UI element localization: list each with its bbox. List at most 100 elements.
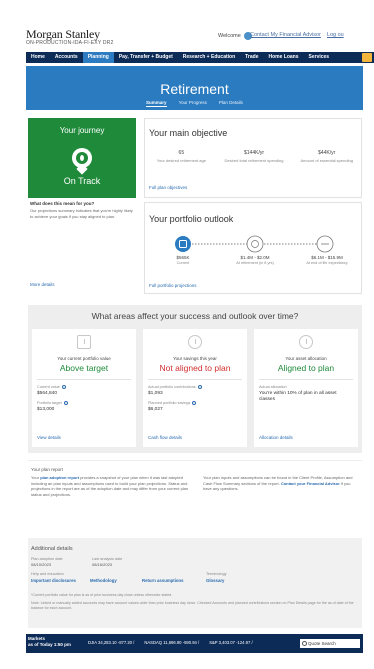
objective-label: Desired total retirement spending: [224, 158, 284, 163]
outlook-point: $565K Current: [153, 255, 213, 265]
main-nav: Home Accounts Planning Pay, Transfer + B…: [26, 52, 374, 63]
contact-advisor-link[interactable]: Contact My Financial Advisor: [250, 32, 321, 38]
terminology-label: Terminology: [206, 572, 227, 576]
journey-title: Your journey: [59, 126, 105, 135]
report-title: Your plan report: [31, 467, 63, 472]
info-icon[interactable]: [63, 401, 68, 405]
contact-advisor-link[interactable]: Contact your Financial Advisor: [281, 481, 340, 486]
cash-flow-details-link[interactable]: Cash flow details: [148, 435, 182, 440]
allocation-details-link[interactable]: Allocation details: [259, 435, 293, 440]
info-icon[interactable]: [197, 385, 202, 389]
plan-adoption-label: Plan adoption date: [31, 557, 63, 561]
field-label: Portfolio target: [37, 401, 68, 405]
outlook-label: Current: [176, 261, 190, 265]
tab-plan-details[interactable]: Plan Details: [219, 100, 243, 107]
calendar-icon: [77, 335, 91, 349]
nav-item-planning[interactable]: Planning: [82, 52, 114, 63]
plan-adoption-report-link[interactable]: plan adoption report: [40, 475, 79, 480]
card-title: Your asset allocation: [285, 356, 327, 361]
footnote: Note: Linked or manually added accounts …: [31, 601, 354, 610]
market-ticker: Markets as of Today 1:50 pm DJIA 34,283.…: [26, 634, 363, 653]
nav-item-home-loans[interactable]: Home Loans: [264, 52, 304, 63]
field-value: You're within 10% of plan in all asset c…: [259, 391, 337, 402]
last-analysis-label: Last analysis date: [92, 557, 123, 561]
logout-link[interactable]: Log ou: [327, 32, 344, 38]
journey-question: What does this mean for you?: [30, 201, 95, 206]
field-value: $564,840: [37, 391, 58, 396]
card-title: Your savings this year: [173, 356, 217, 361]
view-details-link[interactable]: View details: [37, 435, 61, 440]
outlook-title: Your portfolio outlook: [149, 214, 234, 224]
ticker-items: DJIA 34,283.10 -877.20 / NASDAQ 11,696.9…: [88, 640, 253, 645]
glossary-link[interactable]: Glossary: [206, 578, 224, 583]
plan-report-section: Your plan report Your plan adoption repo…: [28, 460, 362, 533]
methodology-link[interactable]: Methodology: [90, 578, 117, 583]
nav-item-research[interactable]: Research + Education: [178, 52, 240, 63]
portfolio-projections-link[interactable]: Full portfolio projections: [149, 283, 197, 288]
retirement-marker-icon: [246, 235, 264, 253]
areas-heading: What areas affect your success and outlo…: [91, 311, 299, 321]
objective-title: Your main objective: [149, 128, 228, 138]
ticker-nasdaq[interactable]: NASDAQ 11,696.90 -590.94 /: [144, 640, 199, 645]
report-left-text: Your plan adoption report provides a sna…: [31, 475, 195, 497]
welcome-text: Welcome: [218, 33, 241, 39]
report-text: Your: [31, 475, 41, 480]
tab-your-progress[interactable]: Your Progress: [179, 100, 207, 107]
retirement-banner: Retirement Summary Your Progress Plan De…: [26, 66, 363, 110]
report-right-text: Your plan inputs and assumptions can be …: [203, 475, 359, 492]
notification-icon[interactable]: [362, 53, 372, 62]
objective-label: Your desired retirement age: [156, 158, 206, 163]
portfolio-outlook-card: Your portfolio outlook $565K Current $1.…: [144, 202, 362, 294]
more-details-link[interactable]: More details: [30, 282, 55, 287]
outlook-label: At end of life expectancy: [306, 261, 348, 265]
field-label: Current value: [37, 385, 66, 389]
field-label-text: Planned portfolio savings: [148, 401, 191, 405]
header-links: Contact My Financial Advisor Log ou: [250, 32, 344, 38]
nav-item-accounts[interactable]: Accounts: [50, 52, 83, 63]
plan-adoption-date: 08/10/2023: [31, 562, 52, 567]
objective-label: Amount of essential spending: [300, 158, 353, 163]
nav-item-home[interactable]: Home: [26, 52, 50, 63]
location-pin-icon: [72, 148, 92, 168]
ticker-label: Markets as of Today 1:50 pm: [28, 636, 71, 647]
environment-label: ON-PRODUCTION-IDA-FI-EXY DR2: [26, 40, 114, 46]
tab-summary[interactable]: Summary: [146, 100, 167, 107]
outlook-point: $6.1M - $15.9M At end of life expectancy: [297, 255, 357, 265]
divider: [259, 379, 353, 380]
nav-item-services[interactable]: Services: [304, 52, 335, 63]
nav-item-trade[interactable]: Trade: [240, 52, 263, 63]
current-marker-icon: [175, 236, 191, 252]
piggy-bank-icon: [188, 335, 202, 349]
welcome-area: Welcome: [218, 32, 252, 40]
return-assumptions-link[interactable]: Return assumptions: [142, 578, 184, 583]
ticker-sp500[interactable]: S&P 3,403.07 -124.97 /: [209, 640, 252, 645]
field-label: Actual allocation: [259, 385, 287, 389]
ticker-djia[interactable]: DJIA 34,283.10 -877.20 /: [88, 640, 134, 645]
journey-explanation: Our projections summary indicates that y…: [30, 208, 133, 219]
page: Morgan Stanley ON-PRODUCTION-IDA-FI-EXY …: [0, 0, 374, 669]
field-label: Planned portfolio savings: [148, 401, 197, 405]
pie-chart-icon: [299, 335, 313, 349]
main-objective-card: Your main objective 65 Your desired reti…: [144, 118, 362, 198]
outlook-value: $6.1M - $15.9M: [311, 255, 343, 260]
header: Morgan Stanley ON-PRODUCTION-IDA-FI-EXY …: [0, 0, 374, 52]
field-value: $6,027: [148, 407, 163, 412]
outlook-timeline: [175, 235, 334, 253]
page-title: Retirement: [160, 81, 229, 97]
outlook-value: $1.4M - $2.0M: [240, 255, 270, 260]
info-icon[interactable]: [61, 385, 66, 389]
divider: [148, 379, 242, 380]
nav-item-pay-transfer[interactable]: Pay, Transfer + Budget: [114, 52, 178, 63]
field-value: $13,000: [37, 407, 55, 412]
field-label-text: Actual portfolio contributions: [148, 385, 196, 389]
disclosures-link[interactable]: Important disclosures: [31, 578, 76, 583]
card-title: Your current portfolio value: [57, 356, 111, 361]
asset-allocation-card: Your asset allocation Aligned to plan Ac…: [254, 329, 358, 447]
info-icon[interactable]: [192, 401, 197, 405]
quote-search-input[interactable]: Quote Search: [300, 639, 360, 648]
field-label: Actual portfolio contributions: [148, 385, 202, 389]
field-label-text: Portfolio target: [37, 401, 62, 405]
card-status: Aligned to plan: [277, 363, 335, 373]
journey-status: On Track: [63, 176, 101, 186]
plan-objectives-link[interactable]: Full plan objectives: [149, 185, 187, 190]
